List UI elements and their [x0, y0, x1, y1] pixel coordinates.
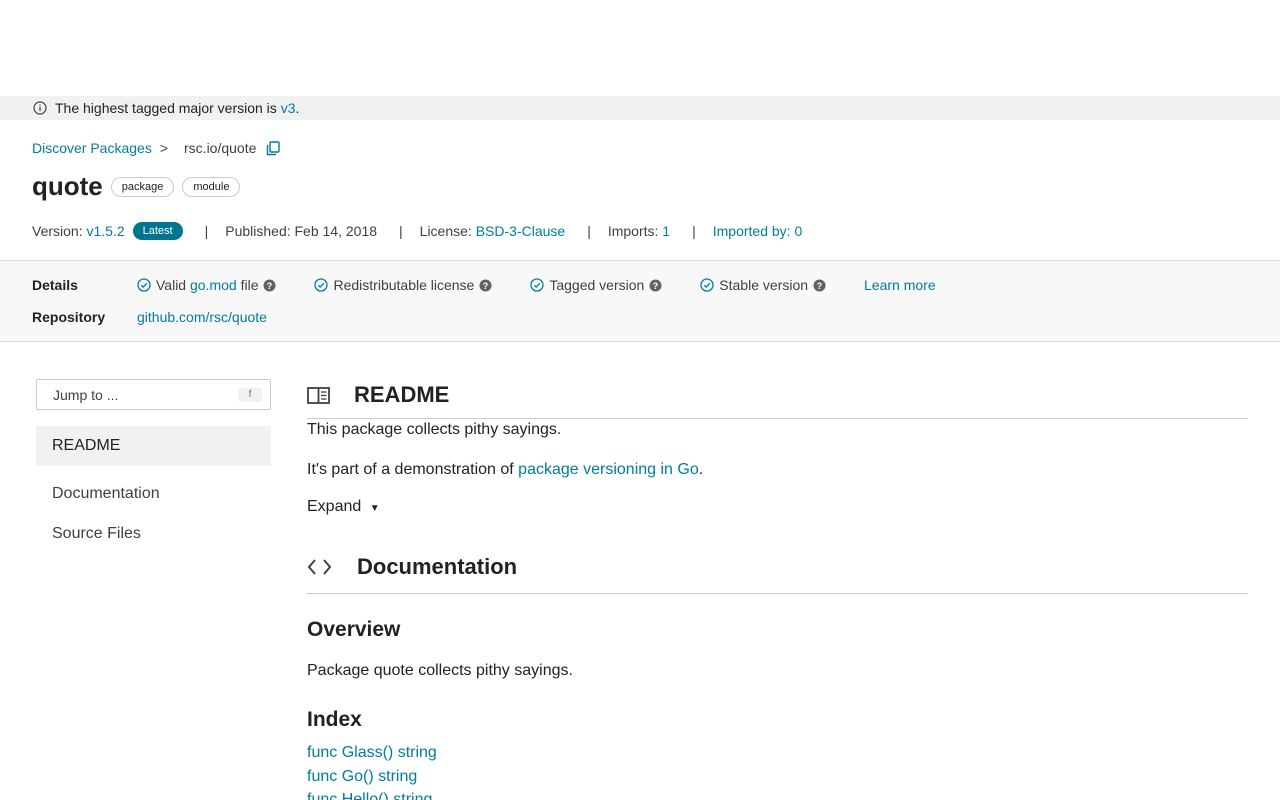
badge-valid-gomod: Valid go.mod file ?: [137, 277, 281, 293]
badge-stable: Stable version ?: [700, 277, 831, 293]
help-icon[interactable]: ?: [263, 279, 281, 292]
meta-divider: |: [399, 223, 403, 239]
sidebar-item-documentation[interactable]: Documentation: [36, 474, 271, 514]
badge-redistributable-label: Redistributable license: [333, 277, 475, 293]
svg-text:?: ?: [267, 281, 273, 291]
breadcrumb: Discover Packages > rsc.io/quote: [32, 140, 281, 156]
chip-package: package: [110, 176, 175, 197]
badge-stable-label: Stable version: [719, 277, 809, 293]
repository-label: Repository: [32, 309, 106, 325]
badge-tagged: Tagged version ?: [530, 277, 667, 293]
license-label: License:: [419, 223, 472, 239]
imports-link[interactable]: 1: [662, 223, 670, 239]
package-meta: Version: v1.5.2 Latest | Published: Feb …: [32, 222, 802, 240]
details-label: Details: [32, 277, 78, 293]
info-icon: [33, 101, 47, 115]
jump-to-input[interactable]: Jump to ... f: [36, 379, 271, 410]
banner-version-link[interactable]: v3: [281, 100, 296, 116]
readme-section-header: README: [307, 372, 1248, 419]
meta-divider: |: [692, 223, 696, 239]
repository-row: github.com/rsc/quote: [137, 309, 267, 325]
index-item-glass[interactable]: func Glass() string: [307, 744, 437, 762]
svg-text:?: ?: [817, 281, 823, 291]
version-link[interactable]: v1.5.2: [86, 223, 124, 239]
version-label: Version:: [32, 223, 83, 239]
badge-redistributable: Redistributable license ?: [314, 277, 497, 293]
overview-heading: Overview: [307, 618, 401, 641]
banner-text: The highest tagged major version is: [55, 100, 277, 116]
details-badges: Valid go.mod file ? Redistributable lice…: [137, 277, 936, 293]
check-circle-icon: [137, 278, 151, 292]
sidebar-item-source-files[interactable]: Source Files: [36, 514, 271, 554]
banner-suffix: .: [295, 100, 300, 116]
caret-down-icon: ▼: [369, 503, 380, 514]
keyboard-shortcut-hint: f: [238, 388, 262, 402]
package-header: quote package module: [32, 171, 248, 202]
check-circle-icon: [700, 278, 714, 292]
readme-line-1: This package collects pithy sayings.: [307, 421, 562, 438]
documentation-title: Documentation: [357, 553, 518, 579]
chip-module: module: [182, 176, 241, 197]
imports-label: Imports:: [607, 223, 659, 239]
readme-line-2-suffix: .: [698, 461, 704, 478]
svg-text:?: ?: [483, 281, 489, 291]
index-item-hello[interactable]: func Hello() string: [307, 791, 432, 800]
license-link[interactable]: BSD-3-Clause: [476, 223, 565, 239]
details-panel: Details Valid go.mod file ? Redistributa…: [0, 260, 1280, 342]
jump-placeholder: Jump to ...: [53, 386, 119, 403]
help-icon[interactable]: ?: [649, 279, 667, 292]
help-icon[interactable]: ?: [813, 279, 831, 292]
imported-by-link[interactable]: Imported by: 0: [713, 223, 803, 239]
major-version-banner: The highest tagged major version is v3.: [0, 96, 1280, 120]
badge-valid-suffix: file: [240, 277, 259, 293]
gomod-link[interactable]: go.mod: [190, 277, 237, 293]
readme-title: README: [354, 382, 450, 407]
published-date: Published: Feb 14, 2018: [225, 223, 378, 239]
latest-badge: Latest: [132, 222, 183, 240]
svg-text:?: ?: [653, 281, 659, 291]
badge-tagged-label: Tagged version: [549, 277, 645, 293]
page-title: quote: [32, 171, 103, 201]
meta-divider: |: [204, 223, 209, 239]
expand-label: Expand: [307, 498, 362, 515]
check-circle-icon: [314, 278, 329, 292]
breadcrumb-discover-packages[interactable]: Discover Packages: [32, 140, 152, 156]
index-heading: Index: [307, 708, 362, 731]
copy-path-icon[interactable]: [266, 140, 281, 156]
package-versioning-link[interactable]: package versioning in Go: [518, 461, 699, 478]
breadcrumb-current: rsc.io/quote: [184, 140, 257, 156]
learn-more-link[interactable]: Learn more: [864, 277, 936, 293]
readme-line-2: It's part of a demonstration of package …: [307, 461, 703, 479]
meta-divider: |: [587, 223, 591, 239]
book-icon: [307, 386, 330, 404]
index-item-go[interactable]: func Go() string: [307, 768, 417, 786]
documentation-section-header: Documentation: [307, 540, 1248, 594]
help-icon[interactable]: ?: [479, 279, 497, 292]
breadcrumb-separator: >: [159, 140, 169, 156]
badge-valid-prefix: Valid: [156, 277, 187, 293]
readme-line-2-prefix: It's part of a demonstration of: [307, 461, 519, 478]
sidebar-item-readme[interactable]: README: [36, 426, 271, 466]
overview-text: Package quote collects pithy sayings.: [307, 662, 573, 679]
repository-link[interactable]: github.com/rsc/quote: [137, 309, 267, 325]
expand-button[interactable]: Expand ▼: [307, 498, 380, 516]
check-circle-icon: [530, 278, 544, 292]
code-icon: [307, 558, 332, 576]
